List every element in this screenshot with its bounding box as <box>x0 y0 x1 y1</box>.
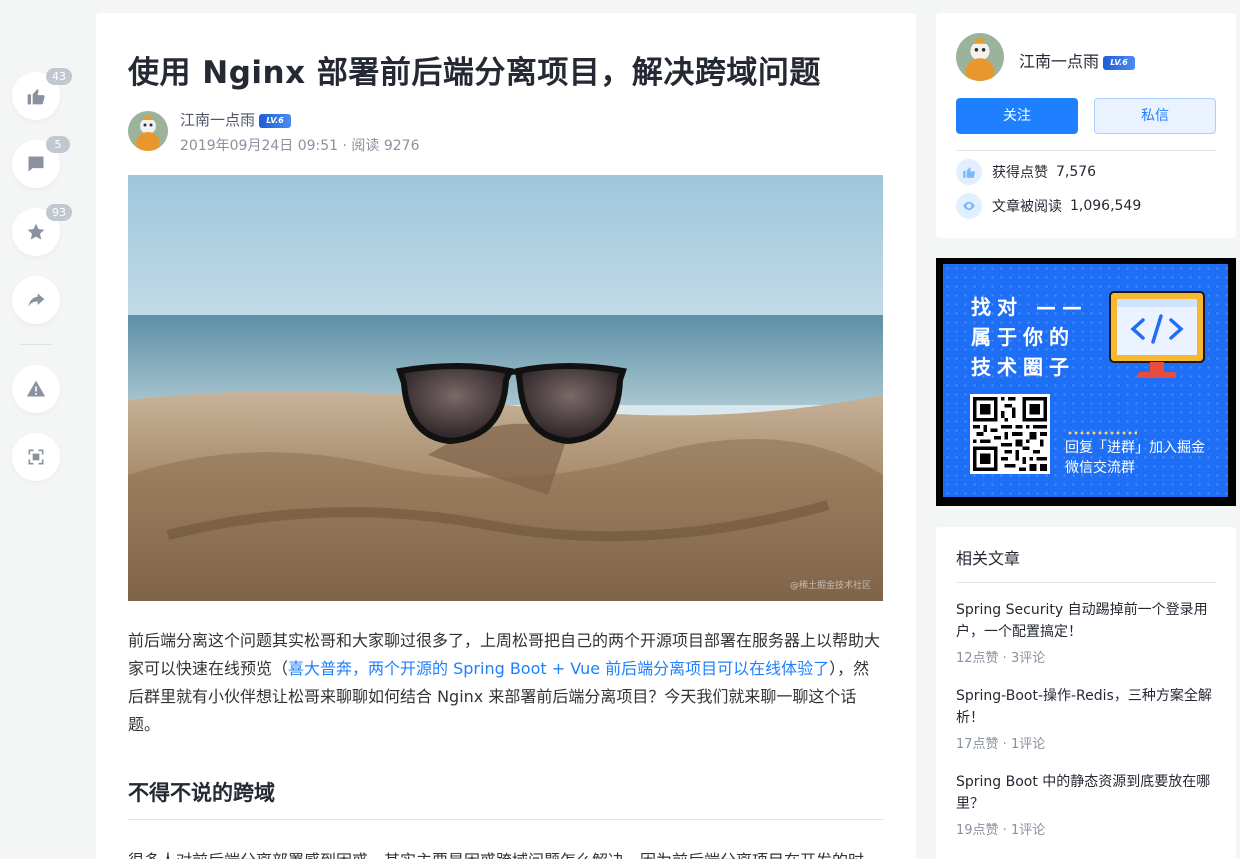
follow-button[interactable]: 关注 <box>956 98 1078 134</box>
collect-count-badge: 93 <box>46 204 72 221</box>
qr-code <box>970 394 1050 474</box>
share-icon <box>28 293 45 307</box>
profile-name[interactable]: 江南一点雨 <box>1019 52 1099 71</box>
comment-button[interactable]: 5 <box>12 136 70 188</box>
ad-headline-line: 属于你的 <box>971 325 1075 349</box>
warning-icon <box>26 380 46 397</box>
eye-icon <box>956 193 982 219</box>
related-item-title[interactable]: Spring Boot 中的静态资源到底要放在哪里？ <box>956 771 1218 815</box>
reads-label: 文章被阅读 <box>992 199 1062 215</box>
article-title: 使用 Nginx 部署前后端分离项目，解决跨域问题 <box>128 55 821 91</box>
related-item[interactable]: Spring Boot 中的静态资源到底要放在哪里？ 19点赞 · 1评论 <box>956 771 1218 838</box>
article-meta: 2019年09月24日 09:51 · 阅读 9276 <box>180 138 420 154</box>
related-item-meta: 19点赞 · 1评论 <box>956 823 1046 838</box>
ad-headline-line: 技术圈子 <box>971 355 1075 379</box>
article-paragraph-2: 很多人对前后端分离部署感到困惑，其实主要是困惑跨域问题怎么解决，因为前后端分离项… <box>128 847 884 859</box>
star-icon <box>27 223 45 240</box>
report-button[interactable] <box>12 365 60 413</box>
related-item-meta: 12点赞 · 3评论 <box>956 651 1046 666</box>
like-button[interactable]: 43 <box>12 68 72 120</box>
community-ad-banner[interactable]: 找对 —— 属于你的 技术圈子 回复「进群」加入掘金 微信交流群 <box>936 258 1236 506</box>
ad-caption-line: 回复「进群」加入掘金 <box>1065 440 1205 456</box>
related-heading: 相关文章 <box>956 549 1021 568</box>
profile-name-row[interactable]: 江南一点雨 LV.6 <box>1019 48 1136 72</box>
comment-count-badge: 5 <box>46 136 70 153</box>
ad-headline-line: 找对 —— <box>971 295 1088 319</box>
author-name[interactable]: 江南一点雨 <box>180 111 255 129</box>
reads-value: 1,096,549 <box>1070 198 1142 214</box>
author-profile-card: 江南一点雨 LV.6 关注 私信 获得点赞 7,576 文章被阅读 1,096,5… <box>936 13 1236 238</box>
share-button[interactable] <box>12 276 60 324</box>
message-button[interactable]: 私信 <box>1094 98 1216 134</box>
hero-image: @稀土掘金技术社区 <box>128 175 883 601</box>
thumbs-up-icon <box>956 159 982 185</box>
ad-dots-decoration <box>1067 430 1137 436</box>
related-divider <box>956 582 1216 583</box>
thumbs-up-icon <box>27 89 45 105</box>
monitor-code-icon <box>1109 291 1205 378</box>
inline-article-link[interactable]: 喜大普奔，两个开源的 Spring Boot + Vue 前后端分离项目可以在线… <box>288 659 829 678</box>
author-avatar[interactable] <box>128 111 168 151</box>
ad-headline: 找对 —— 属于你的 技术圈子 <box>971 292 1088 382</box>
related-item-title[interactable]: Spring-Boot-操作-Redis，三种方案全解析！ <box>956 685 1218 729</box>
profile-avatar[interactable] <box>956 33 1004 81</box>
ad-caption: 回复「进群」加入掘金 微信交流群 <box>1065 438 1205 478</box>
related-item-meta: 17点赞 · 1评论 <box>956 737 1046 752</box>
ad-caption-line: 微信交流群 <box>1065 460 1135 476</box>
related-item[interactable]: Spring Security 自动踢掉前一个登录用户，一个配置搞定！ 12点赞… <box>956 599 1218 666</box>
likes-stat: 获得点赞 7,576 <box>956 159 1096 185</box>
like-count-badge: 43 <box>46 68 72 85</box>
article-paragraph: 前后端分离这个问题其实松哥和大家聊过很多了，上周松哥把自己的两个开源项目部署在服… <box>128 627 884 739</box>
profile-divider <box>956 150 1216 151</box>
author-name-row[interactable]: 江南一点雨 LV.6 <box>180 109 292 130</box>
level-badge: LV.6 <box>259 114 292 128</box>
action-divider <box>20 344 52 345</box>
likes-value: 7,576 <box>1056 164 1097 180</box>
likes-label: 获得点赞 <box>992 165 1048 181</box>
fullscreen-button[interactable] <box>12 433 60 481</box>
ad-background: 找对 —— 属于你的 技术圈子 回复「进群」加入掘金 微信交流群 <box>943 264 1228 497</box>
related-item-title[interactable]: Spring Security 自动踢掉前一个登录用户，一个配置搞定！ <box>956 599 1218 643</box>
heading-divider <box>128 819 883 820</box>
related-item[interactable]: Spring-Boot-操作-Redis，三种方案全解析！ 17点赞 · 1评论 <box>956 685 1218 752</box>
collect-button[interactable]: 93 <box>12 204 72 256</box>
comment-icon <box>28 156 44 172</box>
related-articles-card: 相关文章 Spring Security 自动踢掉前一个登录用户，一个配置搞定！… <box>936 527 1236 859</box>
section-heading: 不得不说的跨域 <box>128 781 275 805</box>
image-watermark: @稀土掘金技术社区 <box>789 581 871 591</box>
reads-stat: 文章被阅读 1,096,549 <box>956 193 1141 219</box>
article-card: 使用 Nginx 部署前后端分离项目，解决跨域问题 江南一点雨 LV.6 2019… <box>96 13 916 859</box>
focus-mode-icon <box>28 449 44 465</box>
profile-level-badge: LV.6 <box>1103 56 1136 70</box>
